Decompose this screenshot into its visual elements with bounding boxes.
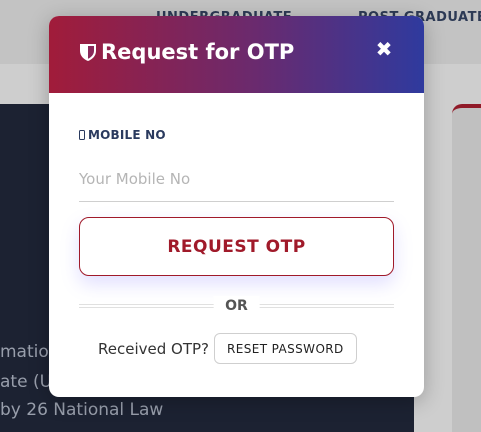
phone-icon xyxy=(79,130,85,140)
modal-title-text: Request for OTP xyxy=(101,40,295,64)
modal-title: Request for OTP xyxy=(79,40,294,64)
received-otp-text: Received OTP? xyxy=(98,339,209,358)
mobile-label-text: MOBILE NO xyxy=(88,128,166,142)
shield-icon xyxy=(79,42,97,62)
modal-header: Request for OTP ✖ xyxy=(49,16,424,93)
divider-text: OR xyxy=(213,296,260,316)
or-divider: OR xyxy=(79,296,394,316)
otp-modal: Request for OTP ✖ MOBILE NO REQUEST OTP … xyxy=(49,16,424,397)
reset-password-button[interactable]: RESET PASSWORD xyxy=(214,333,357,364)
request-otp-button[interactable]: REQUEST OTP xyxy=(79,217,394,276)
received-otp-row: Received OTP? RESET PASSWORD xyxy=(98,333,357,364)
mobile-field-label: MOBILE NO xyxy=(79,128,166,142)
close-icon[interactable]: ✖ xyxy=(374,38,394,60)
mobile-number-input[interactable] xyxy=(79,156,394,202)
